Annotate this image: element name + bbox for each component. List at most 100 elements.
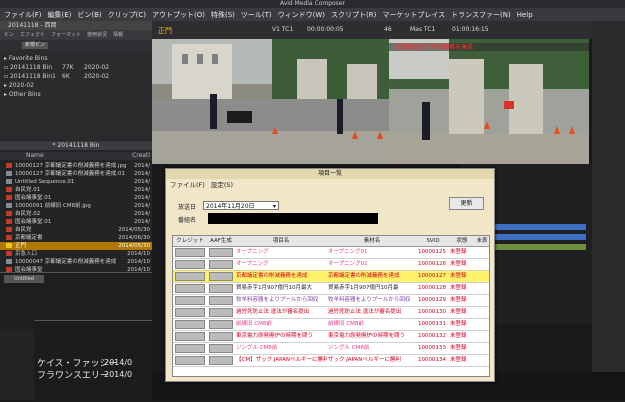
- col-status[interactable]: 状態: [449, 236, 476, 247]
- clip-row[interactable]: 10000091 前線旧 CM8前.jpg 2014/: [0, 202, 152, 210]
- program-name-field[interactable]: [208, 213, 378, 224]
- credit-button[interactable]: [175, 332, 205, 341]
- tab-format[interactable]: フォーマット: [51, 30, 81, 40]
- bin-row-date: 2020-02: [84, 64, 110, 71]
- item-name: 貿易赤字1月907億円10月最大: [236, 285, 312, 291]
- col-credit[interactable]: クレジット: [173, 236, 208, 247]
- item-grid: クレジット AAF生成 項目名 素材名 SVID 状態 未表 オープニング オープ…: [172, 235, 490, 377]
- bin-row[interactable]: ▫ 20141118 Bin1 6K 2020-02: [4, 73, 109, 80]
- clip-row[interactable]: 正門 2014/05/30: [0, 242, 152, 250]
- item-row[interactable]: オープニング オープニング02 10000126 未登録: [173, 259, 489, 271]
- tab-untitled[interactable]: Untitled: [4, 275, 44, 283]
- col-aaf[interactable]: AAF生成: [207, 236, 236, 247]
- menu-file[interactable]: ファイル(F): [4, 10, 42, 20]
- aaf-button[interactable]: [209, 320, 233, 329]
- svid: 10000130: [418, 309, 446, 315]
- clip-row[interactable]: 10000047 京都議定書の削減義務を達成 2014/10: [0, 258, 152, 266]
- air-date-picker[interactable]: 2014年11月20日 ▾: [203, 201, 279, 210]
- col-item-name[interactable]: 項目名: [235, 236, 328, 247]
- aaf-button[interactable]: [209, 260, 233, 269]
- credit-button[interactable]: [175, 344, 205, 353]
- item-row[interactable]: 前線旧 CM8前 前線旧 CM8前 10000131 未登録: [173, 319, 489, 331]
- update-button[interactable]: 更新: [449, 197, 484, 210]
- menu-edit[interactable]: 編集(E): [48, 10, 72, 20]
- record-monitor[interactable]: 京都議定書の削減義務を達成: [389, 39, 589, 164]
- source-clip-name: 正門: [158, 27, 172, 35]
- col-creation[interactable]: Creati: [132, 152, 150, 159]
- dialog-title: 項目一覧: [166, 169, 494, 179]
- svid: 10000133: [418, 345, 446, 351]
- credit-button[interactable]: [175, 272, 205, 281]
- item-row[interactable]: 京都議定書の削減義務を達成 京都議定書の削減義務を達成 10000127 未登録: [173, 271, 489, 283]
- item-name: 過労死防止法 違法が審名提出: [236, 309, 310, 315]
- source-tc-label[interactable]: V1 TC1: [272, 26, 293, 33]
- col-material[interactable]: 素材名: [327, 236, 418, 247]
- tab-info[interactable]: 情報: [113, 30, 123, 40]
- bin-row[interactable]: ▸ 2020-02: [4, 82, 34, 89]
- clip-row[interactable]: 自民党.01 2014/: [0, 186, 152, 194]
- clip-row[interactable]: 自民党 2014/05/30: [0, 226, 152, 234]
- aaf-button[interactable]: [209, 356, 233, 365]
- record-tc-label[interactable]: Mas TC1: [410, 26, 435, 33]
- clip-row[interactable]: 10000127 京都議定書の削減義務を達成.jpg 2014/: [0, 162, 152, 170]
- clip-row[interactable]: 京都議定書 2014/06/30: [0, 234, 152, 242]
- item-row[interactable]: ジングル CM8前 ジングル CM8前 10000133 未登録: [173, 343, 489, 355]
- aaf-button[interactable]: [209, 308, 233, 317]
- tool-palette: [592, 21, 625, 401]
- item-row[interactable]: 貿易赤字1月907億円10月最大 貿易赤字1月907億円10月最 10000128 未…: [173, 283, 489, 295]
- aaf-button[interactable]: [209, 332, 233, 341]
- clip-row[interactable]: 京急入口 2014/10: [0, 250, 152, 258]
- clip-row[interactable]: 国会議事堂.01 2014/: [0, 218, 152, 226]
- clip-name: 京急入口: [15, 251, 38, 257]
- tab-bins[interactable]: ビン: [4, 30, 14, 40]
- menu-output[interactable]: アウトプット(O): [152, 10, 205, 20]
- credit-button[interactable]: [175, 308, 205, 317]
- credit-button[interactable]: [175, 248, 205, 257]
- item-row[interactable]: 牧羊料容器をよりプールから回収 牧羊料容器をよりプールから回収 10000129 未登…: [173, 295, 489, 307]
- bin-row-other[interactable]: ▸ Other Bins: [4, 91, 41, 98]
- aaf-button[interactable]: [209, 284, 233, 293]
- col-svid[interactable]: SVID: [417, 236, 450, 247]
- status-badge: 未登録: [450, 321, 467, 327]
- menu-special[interactable]: 特殊(S): [211, 10, 235, 20]
- clip-row[interactable]: 自民党.02 2014/: [0, 210, 152, 218]
- item-row[interactable]: オープニング オープニング01 10000125 未登録: [173, 247, 489, 259]
- menu-window[interactable]: ウィンドウ(W): [278, 10, 325, 20]
- aaf-button[interactable]: [209, 344, 233, 353]
- menu-script[interactable]: スクリプト(R): [331, 10, 376, 20]
- menu-clip[interactable]: クリップ(C): [108, 10, 146, 20]
- col-name[interactable]: Name: [26, 152, 44, 159]
- menu-marketplace[interactable]: マーケットプレイス: [382, 10, 445, 20]
- new-bin-button[interactable]: 新規ビン: [22, 42, 48, 49]
- credit-button[interactable]: [175, 260, 205, 269]
- tab-usage[interactable]: 使用状況: [87, 30, 107, 40]
- credit-button[interactable]: [175, 284, 205, 293]
- menu-tools[interactable]: ツール(T): [241, 10, 272, 20]
- clip-row[interactable]: 10000127 京都議定書の削減義務を達成.01 2014/: [0, 170, 152, 178]
- clip-row[interactable]: 国会議事堂.01 2014/: [0, 194, 152, 202]
- source-monitor[interactable]: [152, 39, 389, 164]
- project-tabs: ビン エフェクト フォーマット 使用状況 情報: [0, 30, 152, 40]
- menu-help[interactable]: Help: [517, 11, 533, 19]
- aaf-button[interactable]: [209, 272, 233, 281]
- col-extra[interactable]: 未表: [475, 236, 489, 247]
- tab-effects[interactable]: エフェクト: [20, 30, 45, 40]
- credit-button[interactable]: [175, 320, 205, 329]
- item-row[interactable]: 【CM】ザック JAPANベルギーに勝利 ザック JAPANベルギーに勝利 1000…: [173, 355, 489, 367]
- item-name: オープニング: [236, 249, 269, 255]
- material-name: 京都議定書の削減義務を達成: [328, 273, 400, 279]
- credit-button[interactable]: [175, 296, 205, 305]
- aaf-button[interactable]: [209, 296, 233, 305]
- credit-button[interactable]: [175, 356, 205, 365]
- menu-bin[interactable]: ビン(B): [77, 10, 101, 20]
- menu-transfer[interactable]: トランスファー(N): [451, 10, 511, 20]
- clip-row[interactable]: Untitled Sequence.01 2014/: [0, 178, 152, 186]
- item-name: オープニング: [236, 261, 269, 267]
- dialog-menu-file[interactable]: ファイル(F): [170, 179, 205, 191]
- bin-row[interactable]: ▫ 20141118 Bin 77K 2020-02: [4, 64, 109, 71]
- item-row[interactable]: 東京電力原発廃炉の時期を問う 東京電力原発廃炉の時期を問う 10000132 未登録: [173, 331, 489, 343]
- item-row[interactable]: 過労死防止法 違法が審名提出 過労死防止法 違法が審名提出 10000130 未登録: [173, 307, 489, 319]
- bin-row-favorites[interactable]: ▸ Favorite Bins: [4, 55, 48, 62]
- dialog-menu-settings[interactable]: 設定(S): [211, 179, 233, 191]
- aaf-button[interactable]: [209, 248, 233, 257]
